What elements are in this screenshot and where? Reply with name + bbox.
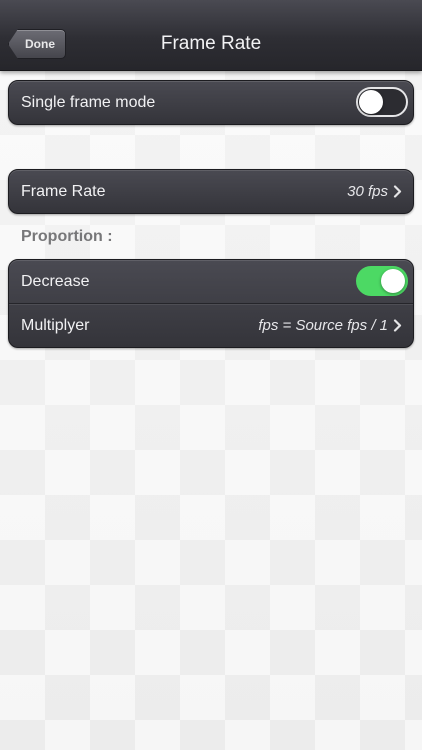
multiplyer-row[interactable]: Multiplyer fps = Source fps / 1 (9, 303, 413, 347)
single-frame-label: Single frame mode (21, 94, 156, 111)
decrease-row: Decrease (9, 260, 413, 303)
proportion-section-header: Proportion : (21, 228, 113, 245)
frame-rate-value: 30 fps (347, 183, 388, 200)
toggle-knob (359, 90, 383, 114)
multiplyer-value: fps = Source fps / 1 (258, 317, 388, 334)
decrease-label: Decrease (21, 273, 90, 290)
toggle-knob (381, 269, 405, 293)
frame-rate-group: Frame Rate 30 fps (8, 169, 414, 214)
chevron-right-icon (393, 304, 405, 347)
decrease-toggle[interactable] (356, 266, 408, 296)
single-frame-group: Single frame mode (8, 80, 414, 125)
frame-rate-row[interactable]: Frame Rate 30 fps (9, 170, 413, 213)
multiplyer-label: Multiplyer (21, 317, 90, 334)
single-frame-toggle[interactable] (356, 87, 408, 117)
page-title: Frame Rate (160, 33, 262, 54)
navigation-bar: Done Frame Rate (0, 0, 422, 71)
frame-rate-label: Frame Rate (21, 183, 106, 200)
chevron-right-icon (393, 170, 405, 213)
proportion-group: Decrease Multiplyer fps = Source fps / 1 (8, 259, 414, 348)
single-frame-row: Single frame mode (9, 81, 413, 124)
